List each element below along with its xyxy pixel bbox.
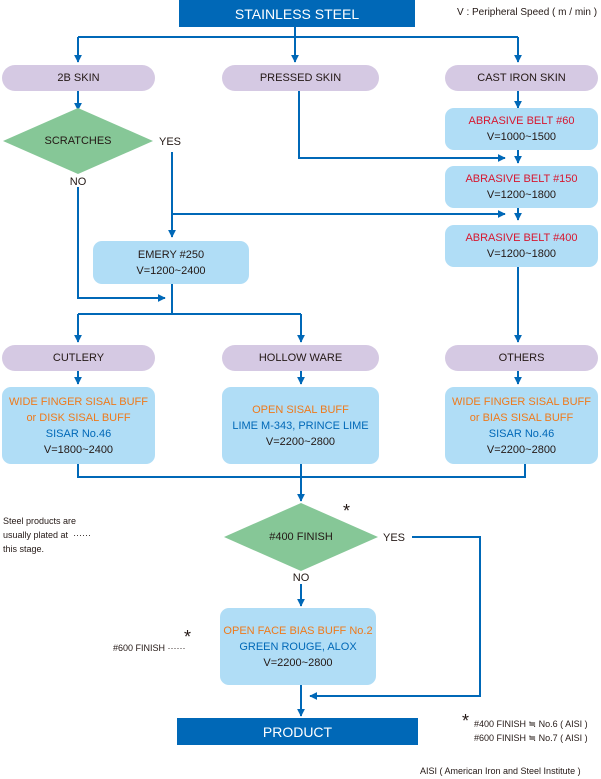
product-hollow-ware-label: HOLLOW WARE [258, 352, 343, 364]
belt-400-label: ABRASIVE BELT #400 [465, 232, 578, 244]
belt-150-speed: V=1200~1800 [486, 189, 557, 201]
skin-2b-label: 2B SKIN [57, 72, 100, 84]
final-buff-compound: GREEN ROUGE, ALOX [239, 640, 357, 653]
decision-scratches-yes: YES [158, 136, 182, 148]
buff-cutlery-line1: WIDE FINGER SISAL BUFF [9, 395, 148, 408]
finish600-label: #600 FINISH [113, 643, 166, 653]
belt-400-speed: V=1200~1800 [486, 248, 557, 260]
buff-hollow-ware: OPEN SISAL BUFF LIME M-343, PRINCE LIME … [222, 387, 379, 464]
emery-speed: V=1200~2400 [136, 264, 206, 277]
buff-cutlery-compound: SISAR No.46 [45, 427, 112, 440]
plating-note-line2: usually plated at [3, 530, 69, 540]
footnote-asterisk: * [462, 711, 470, 731]
buff-others-compound: SISAR No.46 [488, 427, 555, 440]
plating-note-line1: Steel products are [3, 516, 77, 526]
final-buff-speed: V=2200~2800 [263, 656, 333, 669]
product-box: PRODUCT [177, 718, 418, 745]
decision-finish-asterisk: * [343, 501, 351, 521]
abrasive-belt-400: ABRASIVE BELT #400 V=1200~1800 [445, 225, 598, 267]
buff-cutlery-line2: or DISK SISAL BUFF [26, 411, 131, 424]
final-buff-label: OPEN FACE BIAS BUFF No.2 [223, 624, 373, 637]
finish600-leader: ······ [167, 643, 186, 653]
footnote-line1: #400 FINISH ≒ No.6 ( AISI ) [474, 719, 588, 729]
skin-cast-iron-label: CAST IRON SKIN [477, 72, 566, 84]
connector-buff-collector [77, 463, 526, 478]
skin-2b: 2B SKIN [2, 65, 155, 91]
footnote-aisi: AISI ( American Iron and Steel Institute… [420, 766, 581, 776]
buff-cutlery-speed: V=1800~2400 [43, 443, 114, 456]
decision-scratches-label: SCRATCHES [44, 135, 112, 147]
buff-others-speed: V=2200~2800 [486, 443, 557, 456]
buff-others-line2: or BIAS SISAL BUFF [469, 411, 574, 424]
buff-hollow-compound: LIME M-343, PRINCE LIME [232, 419, 369, 432]
decision-scratches-no: NO [69, 176, 87, 188]
peripheral-speed-legend: V : Peripheral Speed ( m / min ) [457, 7, 598, 18]
buff-hollow-speed: V=2200~2800 [265, 435, 336, 448]
skin-cast-iron: CAST IRON SKIN [445, 65, 598, 91]
abrasive-belt-60: ABRASIVE BELT #60 V=1000~1500 [445, 108, 598, 150]
belt-150-label: ABRASIVE BELT #150 [465, 173, 578, 185]
skin-pressed: PRESSED SKIN [222, 65, 379, 91]
footnote-line2: #600 FINISH ≒ No.7 ( AISI ) [474, 733, 588, 743]
emery-250: EMERY #250 V=1200~2400 [93, 241, 249, 284]
product-others: OTHERS [445, 345, 598, 371]
skin-pressed-label: PRESSED SKIN [259, 72, 342, 84]
decision-finish-no: NO [292, 572, 310, 584]
plating-note-line3: this stage. [3, 544, 45, 554]
finish600-note: #600 FINISH ······ [113, 641, 186, 655]
connector-top-split [78, 26, 518, 38]
header-title: STAINLESS STEEL [234, 5, 360, 22]
final-buff: OPEN FACE BIAS BUFF No.2 GREEN ROUGE, AL… [220, 608, 376, 685]
buff-cutlery: WIDE FINGER SISAL BUFF or DISK SISAL BUF… [2, 387, 155, 464]
product-cutlery-label: CUTLERY [52, 352, 105, 364]
product-label: PRODUCT [262, 723, 333, 740]
plating-note: Steel products are usually plated at ···… [3, 514, 91, 556]
footnote-block: #400 FINISH ≒ No.6 ( AISI ) #600 FINISH … [474, 717, 588, 745]
belt-60-label: ABRASIVE BELT #60 [468, 115, 575, 127]
product-cutlery: CUTLERY [2, 345, 155, 371]
product-others-label: OTHERS [498, 352, 545, 364]
decision-finish-label: #400 FINISH [269, 531, 333, 543]
decision-finish-yes: YES [382, 532, 406, 544]
buff-others-line1: WIDE FINGER SISAL BUFF [452, 395, 591, 408]
emery-label: EMERY #250 [137, 248, 205, 261]
belt-60-speed: V=1000~1500 [486, 131, 557, 143]
buff-hollow-line1: OPEN SISAL BUFF [252, 403, 349, 416]
buff-others: WIDE FINGER SISAL BUFF or BIAS SISAL BUF… [445, 387, 598, 464]
abrasive-belt-150: ABRASIVE BELT #150 V=1200~1800 [445, 166, 598, 208]
plating-note-leader: ······ [73, 530, 92, 540]
stainless-steel-header: STAINLESS STEEL [179, 0, 415, 27]
product-hollow-ware: HOLLOW WARE [222, 345, 379, 371]
